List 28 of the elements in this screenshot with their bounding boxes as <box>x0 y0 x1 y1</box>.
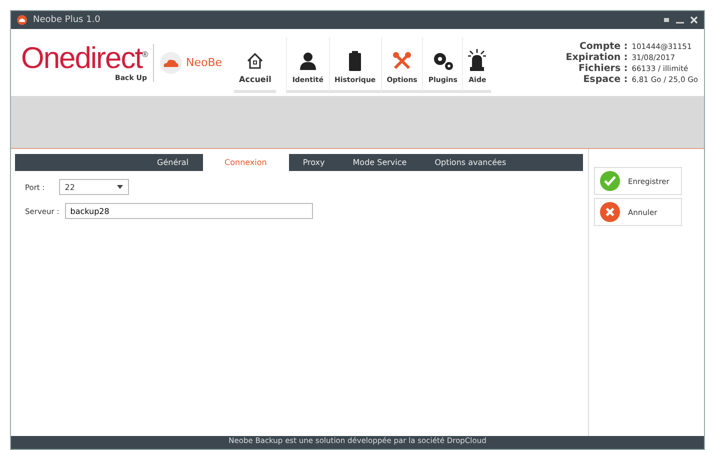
brand-logo: Onedirect$^{®}$ <box>21 44 147 74</box>
pin-icon[interactable] <box>663 16 670 24</box>
tab[interactable]: Options avancées <box>420 154 520 171</box>
tab[interactable]: Mode Service <box>338 154 421 171</box>
tab[interactable]: Proxy <box>288 154 339 171</box>
window-title: Neobe Plus 1.0 <box>33 15 100 25</box>
battery-icon <box>348 50 362 70</box>
gears-icon <box>432 50 454 70</box>
partner-logo: NeoBe <box>186 56 222 69</box>
tab[interactable]: Général <box>143 154 203 171</box>
check-icon <box>600 171 620 191</box>
home-icon <box>246 52 264 70</box>
siren-icon <box>468 48 486 70</box>
close-icon[interactable] <box>690 16 698 24</box>
caret-icon <box>116 185 123 189</box>
account-label: Compte : <box>578 41 628 52</box>
account-label: Fichiers : <box>577 63 628 74</box>
account-label: Espace : <box>582 74 628 85</box>
person-icon <box>298 50 317 70</box>
port-dropdown[interactable]: 22 <box>58 179 129 195</box>
tools-icon <box>392 50 412 70</box>
nav-button[interactable]: Accueil <box>234 36 276 92</box>
cloud-icon <box>162 58 179 67</box>
cross-icon <box>600 202 620 222</box>
tab[interactable]: Connexion <box>202 154 289 171</box>
cloud-logo-icon <box>17 15 27 25</box>
account-label: Expiration : <box>566 52 628 63</box>
server-field[interactable]: backup28 <box>65 203 314 219</box>
